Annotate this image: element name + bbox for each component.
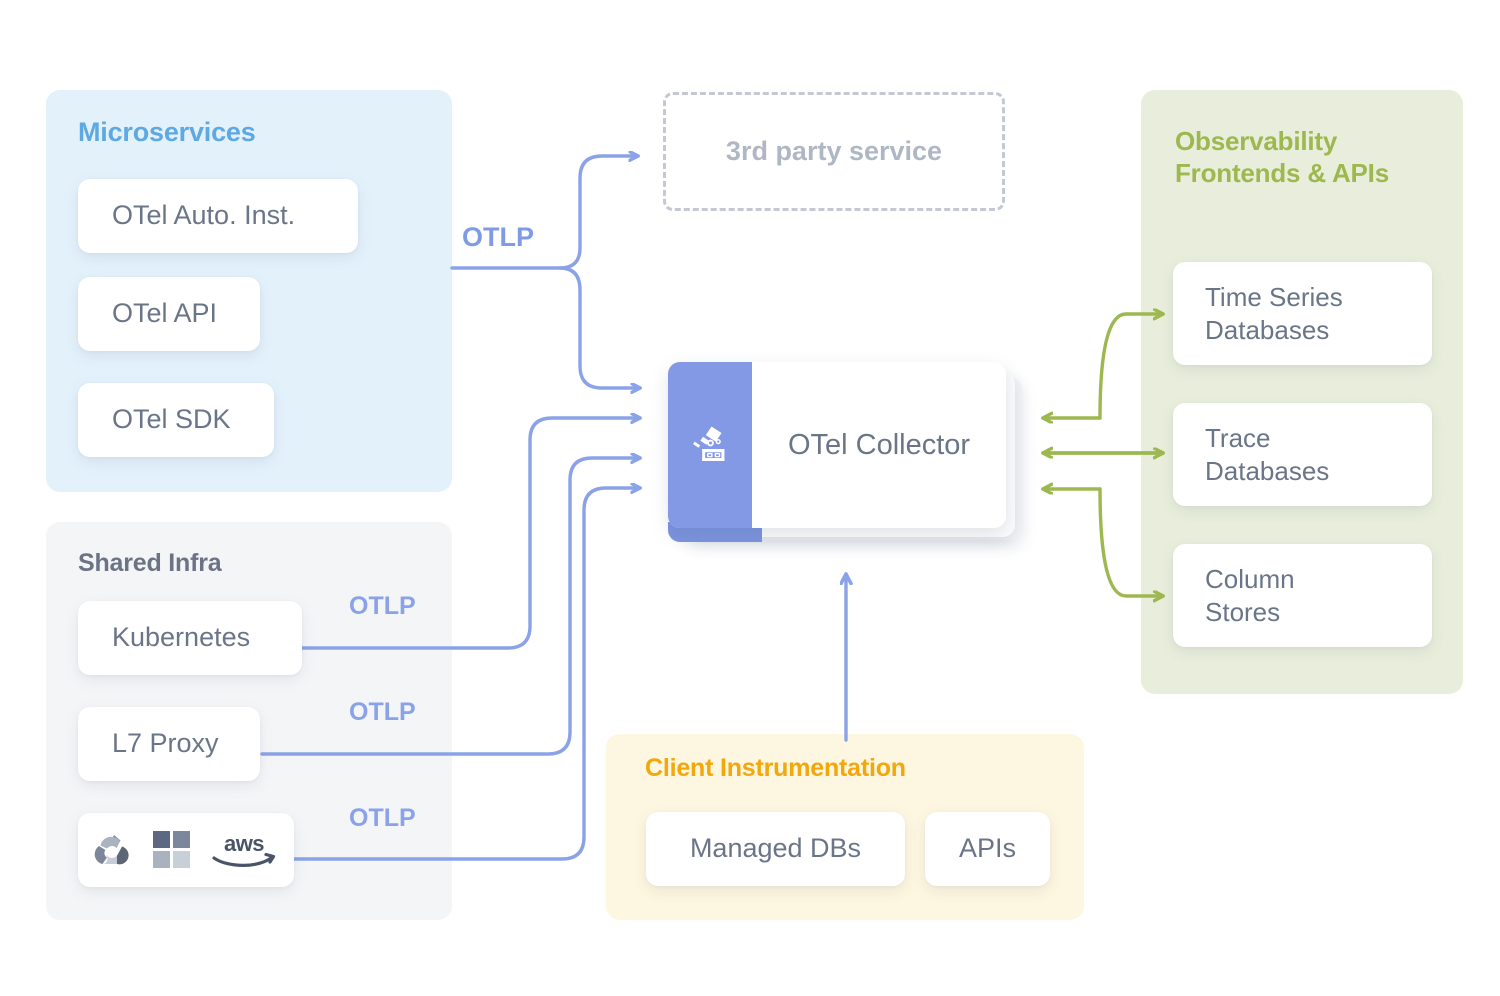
card-kubernetes[interactable]: Kubernetes <box>78 601 302 675</box>
card-label: L7 Proxy <box>112 727 219 761</box>
card-label: Column Stores <box>1205 563 1295 628</box>
group-title-observability: Observability Frontends & APIs <box>1175 126 1445 189</box>
card-column-stores[interactable]: Column Stores <box>1173 544 1432 647</box>
edge-label-otlp-microservices: OTLP <box>462 222 534 253</box>
card-label: OTel SDK <box>112 403 231 437</box>
card-l7-proxy[interactable]: L7 Proxy <box>78 707 260 781</box>
card-otel-sdk[interactable]: OTel SDK <box>78 383 274 457</box>
svg-text:aws: aws <box>224 831 264 856</box>
collector-card[interactable]: OTel Collector <box>668 362 1006 528</box>
group-title-microservices: Microservices <box>78 116 256 149</box>
card-label: Trace Databases <box>1205 422 1329 487</box>
node-third-party-service[interactable]: 3rd party service <box>663 92 1005 211</box>
collector-icon-tab <box>668 362 752 528</box>
card-label: APIs <box>959 832 1016 866</box>
edge-label-otlp-l7-proxy: OTLP <box>349 698 416 727</box>
edge-label-otlp-cloud: OTLP <box>349 804 416 833</box>
card-label: Time Series Databases <box>1205 281 1343 346</box>
cloud-logo-row: aws <box>92 830 280 870</box>
otel-collector-telescope-icon <box>685 420 735 470</box>
third-party-label: 3rd party service <box>726 136 942 167</box>
card-cloud-providers[interactable]: aws <box>78 813 294 887</box>
edge-label-otlp-kubernetes: OTLP <box>349 592 416 621</box>
card-label: Kubernetes <box>112 621 250 655</box>
diagram-canvas: Microservices Shared Infra Observability… <box>0 0 1500 996</box>
card-otel-api[interactable]: OTel API <box>78 277 260 351</box>
group-title-client-instrumentation: Client Instrumentation <box>645 753 906 784</box>
card-trace-databases[interactable]: Trace Databases <box>1173 403 1432 506</box>
edge-microservices-to-collector <box>560 268 640 388</box>
card-label: OTel Auto. Inst. <box>112 199 295 233</box>
card-time-series-databases[interactable]: Time Series Databases <box>1173 262 1432 365</box>
card-otel-auto-instrumentation[interactable]: OTel Auto. Inst. <box>78 179 358 253</box>
node-otel-collector[interactable]: OTel Collector <box>668 362 1023 540</box>
collector-label-wrap: OTel Collector <box>752 429 1006 462</box>
card-label: OTel API <box>112 297 217 331</box>
card-apis[interactable]: APIs <box>925 812 1050 886</box>
microsoft-azure-icon <box>152 830 192 870</box>
collector-label: OTel Collector <box>788 429 970 462</box>
card-managed-dbs[interactable]: Managed DBs <box>646 812 905 886</box>
card-label: Managed DBs <box>690 832 861 866</box>
aws-icon: aws <box>208 830 280 870</box>
google-cloud-icon <box>92 831 136 869</box>
group-title-shared-infra: Shared Infra <box>78 548 221 579</box>
